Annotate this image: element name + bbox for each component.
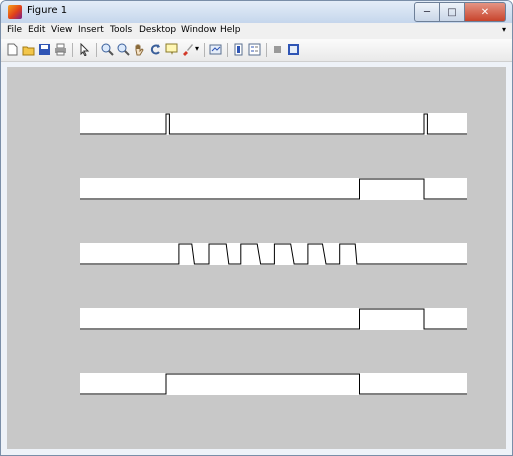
subplot-4[interactable]	[80, 308, 467, 330]
menu-window[interactable]: Window	[181, 25, 217, 35]
brush-dropdown-icon[interactable]: ▾	[195, 44, 199, 53]
legend-icon[interactable]	[248, 43, 261, 56]
menu-view[interactable]: View	[51, 25, 72, 35]
axes-background	[80, 308, 467, 330]
menu-file[interactable]: File	[7, 25, 22, 35]
window-controls: ─ □ ✕	[414, 2, 506, 22]
save-icon[interactable]	[38, 43, 51, 56]
subplot-5[interactable]	[80, 373, 467, 395]
menu-tools[interactable]: Tools	[110, 25, 132, 35]
brush-icon[interactable]	[181, 43, 194, 56]
edit-plot-arrow-icon[interactable]	[78, 43, 91, 56]
menu-edit[interactable]: Edit	[28, 25, 45, 35]
minimize-button[interactable]: ─	[414, 2, 440, 22]
menu-bar: File Edit View Insert Tools Desktop Wind…	[1, 23, 512, 39]
zoom-in-icon[interactable]	[101, 43, 114, 56]
colorbar-icon[interactable]	[232, 43, 245, 56]
open-file-icon[interactable]	[22, 43, 35, 56]
window-title: Figure 1	[27, 5, 68, 16]
menu-help[interactable]: Help	[220, 25, 241, 35]
subplot-stack	[80, 113, 467, 395]
figure-canvas[interactable]	[7, 67, 506, 449]
show-plot-tools-icon[interactable]	[287, 43, 300, 56]
print-icon[interactable]	[54, 43, 67, 56]
axes-background	[80, 243, 467, 265]
zoom-out-icon[interactable]	[117, 43, 130, 56]
toolbar-separator	[96, 43, 97, 57]
hide-plot-tools-icon[interactable]	[271, 43, 284, 56]
toolbar-separator	[227, 43, 228, 57]
link-plot-icon[interactable]	[209, 43, 222, 56]
subplot-1[interactable]	[80, 113, 467, 135]
subplot-3[interactable]	[80, 243, 467, 265]
pan-hand-icon[interactable]	[133, 43, 146, 56]
toolbar-separator	[204, 43, 205, 57]
title-bar[interactable]: Figure 1 ─ □ ✕	[1, 1, 512, 23]
axes-background	[80, 113, 467, 135]
menu-overflow-icon[interactable]: ▾	[502, 25, 506, 34]
figure-toolbar: ▾	[1, 39, 512, 62]
data-cursor-icon[interactable]	[165, 43, 178, 56]
maximize-button[interactable]: □	[440, 2, 465, 22]
toolbar-separator	[266, 43, 267, 57]
axes-background	[80, 178, 467, 200]
figure-window: Figure 1 ─ □ ✕ File Edit View Insert Too…	[0, 0, 513, 456]
matlab-logo-icon	[8, 5, 22, 19]
menu-insert[interactable]: Insert	[78, 25, 104, 35]
close-button[interactable]: ✕	[465, 2, 506, 22]
subplot-2[interactable]	[80, 178, 467, 200]
new-figure-icon[interactable]	[6, 43, 19, 56]
toolbar-separator	[72, 43, 73, 57]
menu-desktop[interactable]: Desktop	[139, 25, 176, 35]
axes-background	[80, 373, 467, 395]
rotate-3d-icon[interactable]	[149, 43, 162, 56]
